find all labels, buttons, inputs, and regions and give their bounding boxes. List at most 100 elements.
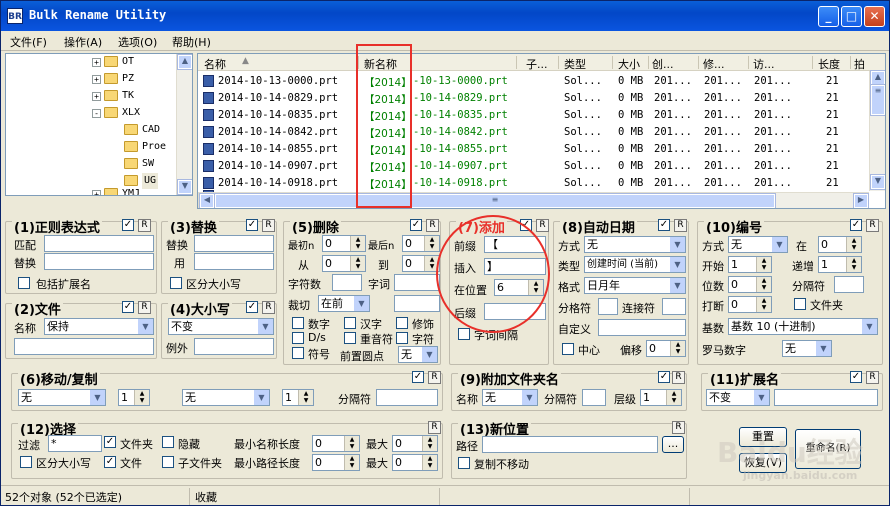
- chinese-checkbox[interactable]: [344, 317, 356, 329]
- min-name-spinner[interactable]: 0: [312, 435, 360, 452]
- scroll-up-icon[interactable]: ▲: [177, 54, 192, 70]
- path-input[interactable]: [482, 436, 658, 453]
- word-space-checkbox[interactable]: [458, 328, 470, 340]
- max-name-spinner[interactable]: 0: [392, 435, 438, 452]
- scroll-thumb[interactable]: ≡: [870, 84, 885, 116]
- tree-scrollbar[interactable]: ▲ ▼: [176, 54, 192, 195]
- min-path-spinner[interactable]: 0: [312, 454, 360, 471]
- file-name-input[interactable]: [14, 338, 154, 355]
- last-n-spinner[interactable]: 0: [402, 235, 440, 252]
- to-spinner[interactable]: 0: [402, 255, 440, 272]
- move-from-select[interactable]: 无: [18, 389, 106, 406]
- col-type[interactable]: 类型: [564, 56, 612, 72]
- col-length[interactable]: 长度: [818, 56, 848, 72]
- case-checkbox[interactable]: [20, 456, 32, 468]
- scroll-left-icon[interactable]: ◀: [199, 193, 215, 208]
- regex-reset-button[interactable]: R: [138, 219, 151, 232]
- table-row[interactable]: 2014-10-14-0907.prt 【2014】 -10-14-0907.prt…: [198, 158, 870, 175]
- move-count-spinner[interactable]: 1: [118, 389, 150, 406]
- subfolders-checkbox[interactable]: [162, 456, 174, 468]
- folders-checkbox[interactable]: ✓: [104, 436, 116, 448]
- expand-icon[interactable]: +: [92, 58, 101, 67]
- extension-enable-checkbox[interactable]: ✓: [850, 371, 862, 383]
- extension-select[interactable]: 不变: [706, 389, 770, 406]
- browse-button[interactable]: ...: [662, 436, 684, 453]
- movecopy-reset-button[interactable]: R: [428, 371, 441, 384]
- symbols-checkbox[interactable]: [292, 347, 304, 359]
- numbering-reset-button[interactable]: R: [866, 219, 879, 232]
- except-input[interactable]: [194, 338, 274, 355]
- movecopy-enable-checkbox[interactable]: ✓: [412, 371, 424, 383]
- case-select[interactable]: 不变: [168, 318, 274, 335]
- table-row[interactable]: 2014-10-14-0835.prt 【2014】 -10-14-0835.prt…: [198, 107, 870, 124]
- title-bar[interactable]: BR Bulk Rename Utility _ □ ✕: [1, 1, 889, 31]
- menu-help[interactable]: 帮助(H): [172, 34, 211, 50]
- scroll-right-icon[interactable]: ▶: [853, 193, 869, 208]
- replace-enable-checkbox[interactable]: ✓: [246, 219, 258, 231]
- table-row[interactable]: 2014-10-13-0000.prt 【2014】 -10-13-0000.prt…: [198, 73, 870, 90]
- replace-reset-button[interactable]: R: [262, 219, 275, 232]
- appendfolder-enable-checkbox[interactable]: ✓: [658, 371, 670, 383]
- files-checkbox[interactable]: ✓: [104, 456, 116, 468]
- start-spinner[interactable]: 1: [728, 256, 772, 273]
- status-favorites[interactable]: 收藏: [195, 489, 217, 505]
- folder-tree[interactable]: + OT + PZ + TK - XLX CAD Proe SW UG + YMJ ▲ ▼: [5, 53, 193, 196]
- case-reset-button[interactable]: R: [262, 301, 275, 314]
- autodate-reset-button[interactable]: R: [674, 219, 687, 232]
- ds-checkbox[interactable]: [292, 332, 304, 344]
- words-input[interactable]: [394, 274, 440, 291]
- break-spinner[interactable]: 0: [728, 296, 772, 313]
- lead-dots-select[interactable]: 无: [398, 346, 438, 363]
- extension-input[interactable]: [774, 389, 878, 406]
- autodate-enable-checkbox[interactable]: ✓: [658, 219, 670, 231]
- move-to-select[interactable]: 无: [182, 389, 270, 406]
- from-spinner[interactable]: 0: [322, 255, 366, 272]
- center-checkbox[interactable]: [562, 343, 574, 355]
- filter-input[interactable]: *: [48, 435, 102, 452]
- offset-spinner[interactable]: 0: [646, 340, 686, 357]
- col-extra[interactable]: 拍: [854, 56, 868, 72]
- col-size[interactable]: 大小: [618, 56, 646, 72]
- scroll-down-icon[interactable]: ▼: [870, 174, 885, 190]
- chars2-checkbox[interactable]: [396, 332, 408, 344]
- file-list[interactable]: 名称 ▲ 新名称 子... 类型 大小 创... 修... 访... 长度 拍 …: [197, 53, 886, 209]
- replace-text-input[interactable]: [194, 235, 274, 252]
- sep-input[interactable]: [598, 298, 618, 315]
- table-row[interactable]: 2014-10-14-0842.prt 【2014】 -10-14-0842.prt…: [198, 124, 870, 141]
- list-vscrollbar[interactable]: ▲ ≡ ▼: [869, 70, 885, 191]
- scroll-down-icon[interactable]: ▼: [177, 179, 192, 195]
- move-count2-spinner[interactable]: 1: [282, 389, 314, 406]
- remove-reset-button[interactable]: R: [426, 219, 439, 232]
- folder-name-select[interactable]: 无: [482, 389, 538, 406]
- replace-input[interactable]: [44, 253, 154, 270]
- copy-not-move-checkbox[interactable]: [458, 457, 470, 469]
- file-enable-checkbox[interactable]: ✓: [122, 301, 134, 313]
- expand-icon[interactable]: +: [92, 190, 101, 195]
- selection-reset-button[interactable]: R: [428, 421, 441, 434]
- scroll-up-icon[interactable]: ▲: [870, 70, 885, 86]
- match-input[interactable]: [44, 235, 154, 252]
- connect-input[interactable]: [662, 298, 686, 315]
- numbering-enable-checkbox[interactable]: ✓: [850, 219, 862, 231]
- menu-file[interactable]: 文件(F): [10, 34, 47, 50]
- folder-checkbox[interactable]: [794, 298, 806, 310]
- date-type-select[interactable]: 创建时间 (当前): [584, 256, 686, 273]
- accents-checkbox[interactable]: [344, 332, 356, 344]
- add-reset-button[interactable]: R: [536, 219, 549, 232]
- appendfolder-reset-button[interactable]: R: [672, 371, 685, 384]
- custom-input[interactable]: [598, 319, 686, 336]
- chars-input[interactable]: [332, 274, 362, 291]
- folder-sep-input[interactable]: [582, 389, 606, 406]
- date-mode-select[interactable]: 无: [584, 236, 686, 253]
- col-sub[interactable]: 子...: [526, 56, 554, 72]
- newlocation-reset-button[interactable]: R: [672, 421, 685, 434]
- move-sep-input[interactable]: [376, 389, 438, 406]
- with-text-input[interactable]: [194, 253, 274, 270]
- regex-enable-checkbox[interactable]: ✓: [122, 219, 134, 231]
- at-spinner[interactable]: 0: [818, 236, 862, 253]
- remove-enable-checkbox[interactable]: ✓: [410, 219, 422, 231]
- col-accessed[interactable]: 访...: [753, 56, 793, 72]
- date-format-select[interactable]: 日月年: [584, 277, 686, 294]
- expand-icon[interactable]: +: [92, 92, 101, 101]
- pad-spinner[interactable]: 0: [728, 276, 772, 293]
